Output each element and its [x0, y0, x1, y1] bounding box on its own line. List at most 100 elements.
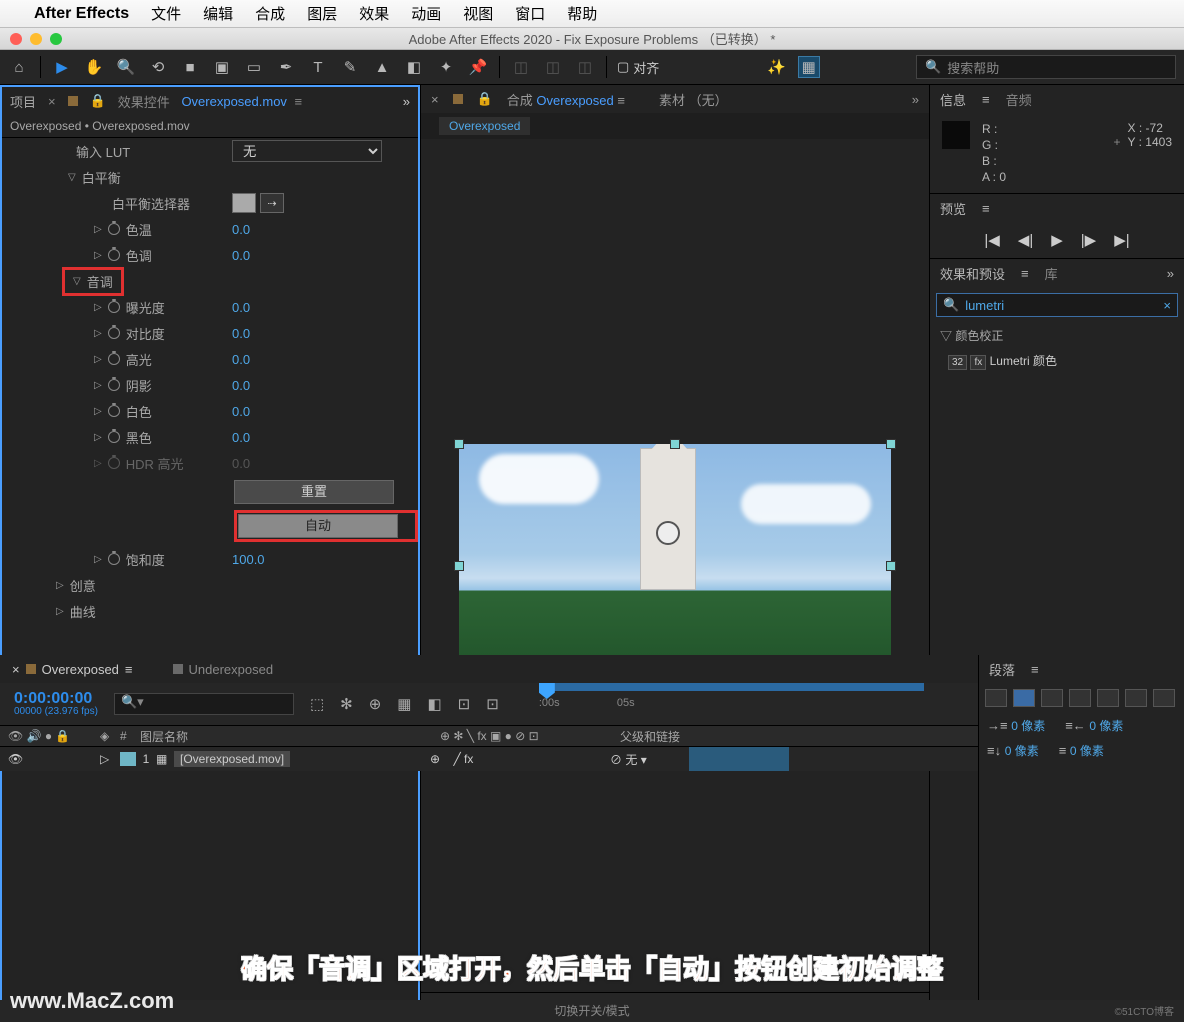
maximize-icon[interactable] [50, 33, 62, 45]
justify-left-icon[interactable] [1069, 689, 1091, 707]
tab-footage[interactable]: 素材 （无） [659, 90, 728, 109]
justify-all-icon[interactable] [1153, 689, 1175, 707]
saturation-label[interactable]: ▷饱和度 [12, 550, 232, 569]
layer-bar[interactable] [689, 747, 789, 771]
justify-center-icon[interactable] [1097, 689, 1119, 707]
camera-tool-icon[interactable]: ■ [179, 56, 201, 78]
selection-tool-icon[interactable]: ▶ [51, 56, 73, 78]
tint-label[interactable]: ▷色调 [12, 246, 232, 265]
current-timecode[interactable]: 0:00:00:0000000 (23.976 fps) [14, 691, 98, 717]
preview-image[interactable] [459, 444, 891, 688]
stopwatch-icon[interactable] [108, 327, 120, 339]
exposure-value[interactable]: 0.0 [232, 300, 250, 315]
next-frame-icon[interactable]: |▶ [1081, 231, 1096, 249]
temp-value[interactable]: 0.0 [232, 222, 250, 237]
exposure-label[interactable]: ▷曝光度 [12, 298, 232, 317]
stopwatch-icon[interactable] [108, 301, 120, 313]
menu-help[interactable]: 帮助 [567, 3, 597, 24]
tone-group[interactable]: ▽音调 [12, 267, 232, 296]
input-lut-select[interactable]: 无 [232, 140, 382, 162]
timeline-search[interactable]: 🔍▾ [114, 693, 294, 715]
tl-icon[interactable]: ✻ [340, 695, 353, 713]
app-name[interactable]: After Effects [34, 5, 129, 23]
stopwatch-icon[interactable] [108, 405, 120, 417]
align-right-icon[interactable] [1041, 689, 1063, 707]
highlights-label[interactable]: ▷高光 [12, 350, 232, 369]
hand-tool-icon[interactable]: ✋ [83, 56, 105, 78]
justify-right-icon[interactable] [1125, 689, 1147, 707]
eyedropper-icon[interactable]: ⇢ [260, 193, 284, 213]
lock-icon[interactable]: 🔒 [90, 93, 106, 109]
orbit-tool-icon[interactable]: ⟲ [147, 56, 169, 78]
tab-paragraph[interactable]: 段落 [989, 660, 1015, 679]
menu-window[interactable]: 窗口 [515, 3, 545, 24]
temp-label[interactable]: ▷色温 [12, 220, 232, 239]
clear-icon[interactable]: × [1163, 298, 1171, 313]
mac-menubar[interactable]: After Effects 文件 编辑 合成 图层 效果 动画 视图 窗口 帮助 [0, 0, 1184, 28]
shadows-label[interactable]: ▷阴影 [12, 376, 232, 395]
creative-group[interactable]: ▷创意 [12, 576, 232, 595]
indent-left[interactable]: 0 像素 [1011, 719, 1045, 733]
tl-icon[interactable]: ▦ [397, 695, 411, 713]
menu-layer[interactable]: 图层 [307, 3, 337, 24]
layer-row[interactable]: 👁 ▷ 1 ▦ [Overexposed.mov] ⊕ ╱ fx ⊘ 无 ▾ [0, 747, 978, 771]
blacks-value[interactable]: 0.0 [232, 430, 250, 445]
play-icon[interactable]: ▶ [1051, 231, 1063, 249]
menu-edit[interactable]: 编辑 [203, 3, 233, 24]
tab-project[interactable]: 项目 [10, 92, 36, 111]
stopwatch-icon[interactable] [108, 223, 120, 235]
align-center-icon[interactable] [1013, 689, 1035, 707]
tab-effects-presets[interactable]: 效果和预设 [940, 264, 1005, 283]
tl-icon[interactable]: ◧ [427, 695, 441, 713]
stopwatch-icon[interactable] [108, 379, 120, 391]
space-after[interactable]: 0 像素 [1070, 744, 1104, 758]
tint-value[interactable]: 0.0 [232, 248, 250, 263]
prev-frame-icon[interactable]: ◀| [1018, 231, 1033, 249]
stopwatch-icon[interactable] [108, 553, 120, 565]
space-before[interactable]: 0 像素 [1005, 744, 1039, 758]
wand-icon[interactable]: ✨ [766, 56, 788, 78]
effect-item-lumetri[interactable]: 32 fx Lumetri 颜色 [930, 348, 1184, 373]
transform-handle[interactable] [454, 439, 464, 449]
pan-behind-icon[interactable]: ▣ [211, 56, 233, 78]
transform-handle[interactable] [886, 439, 896, 449]
menu-anim[interactable]: 动画 [411, 3, 441, 24]
tab-composition[interactable]: 合成 [507, 93, 533, 108]
last-frame-icon[interactable]: ▶| [1114, 231, 1129, 249]
comp-breadcrumb[interactable]: Overexposed [439, 117, 530, 135]
menu-file[interactable]: 文件 [151, 3, 181, 24]
stopwatch-icon[interactable] [108, 353, 120, 365]
tab-info[interactable]: 信息 [940, 90, 966, 109]
minimize-icon[interactable] [30, 33, 42, 45]
panel-overflow-icon[interactable]: » [1167, 266, 1174, 281]
panel-overflow-icon[interactable]: » [403, 94, 410, 109]
search-help-input[interactable]: 🔍 搜索帮助 [916, 55, 1176, 79]
snap-toggle[interactable]: ▢ 对齐 [617, 58, 659, 77]
effect-category[interactable]: ▽ 颜色校正 [930, 323, 1184, 348]
stopwatch-icon[interactable] [108, 431, 120, 443]
workspace-icon[interactable]: ▦ [798, 56, 820, 78]
close-tab-icon[interactable]: × [48, 94, 56, 109]
tl-icon[interactable]: ⊕ [369, 695, 382, 713]
layer-name[interactable]: [Overexposed.mov] [174, 751, 290, 767]
whites-value[interactable]: 0.0 [232, 404, 250, 419]
lock-icon[interactable]: 🔒 [477, 91, 493, 107]
indent-right[interactable]: 0 像素 [1089, 719, 1123, 733]
eraser-tool-icon[interactable]: ◧ [403, 56, 425, 78]
stopwatch-icon[interactable] [108, 249, 120, 261]
curves-group[interactable]: ▷曲线 [12, 602, 232, 621]
menu-view[interactable]: 视图 [463, 3, 493, 24]
white-balance-group[interactable]: ▽白平衡 [12, 168, 232, 187]
tab-audio[interactable]: 音频 [1006, 90, 1032, 109]
brush-tool-icon[interactable]: ✎ [339, 56, 361, 78]
reset-button[interactable]: 重置 [234, 480, 394, 504]
home-icon[interactable]: ⌂ [8, 56, 30, 78]
align-left-icon[interactable] [985, 689, 1007, 707]
timeline-tab-2[interactable]: Underexposed [173, 662, 274, 677]
whites-label[interactable]: ▷白色 [12, 402, 232, 421]
first-frame-icon[interactable]: |◀ [984, 231, 999, 249]
menu-effect[interactable]: 效果 [359, 3, 389, 24]
text-tool-icon[interactable]: T [307, 56, 329, 78]
shadows-value[interactable]: 0.0 [232, 378, 250, 393]
tl-icon[interactable]: ⊡ [486, 695, 499, 713]
